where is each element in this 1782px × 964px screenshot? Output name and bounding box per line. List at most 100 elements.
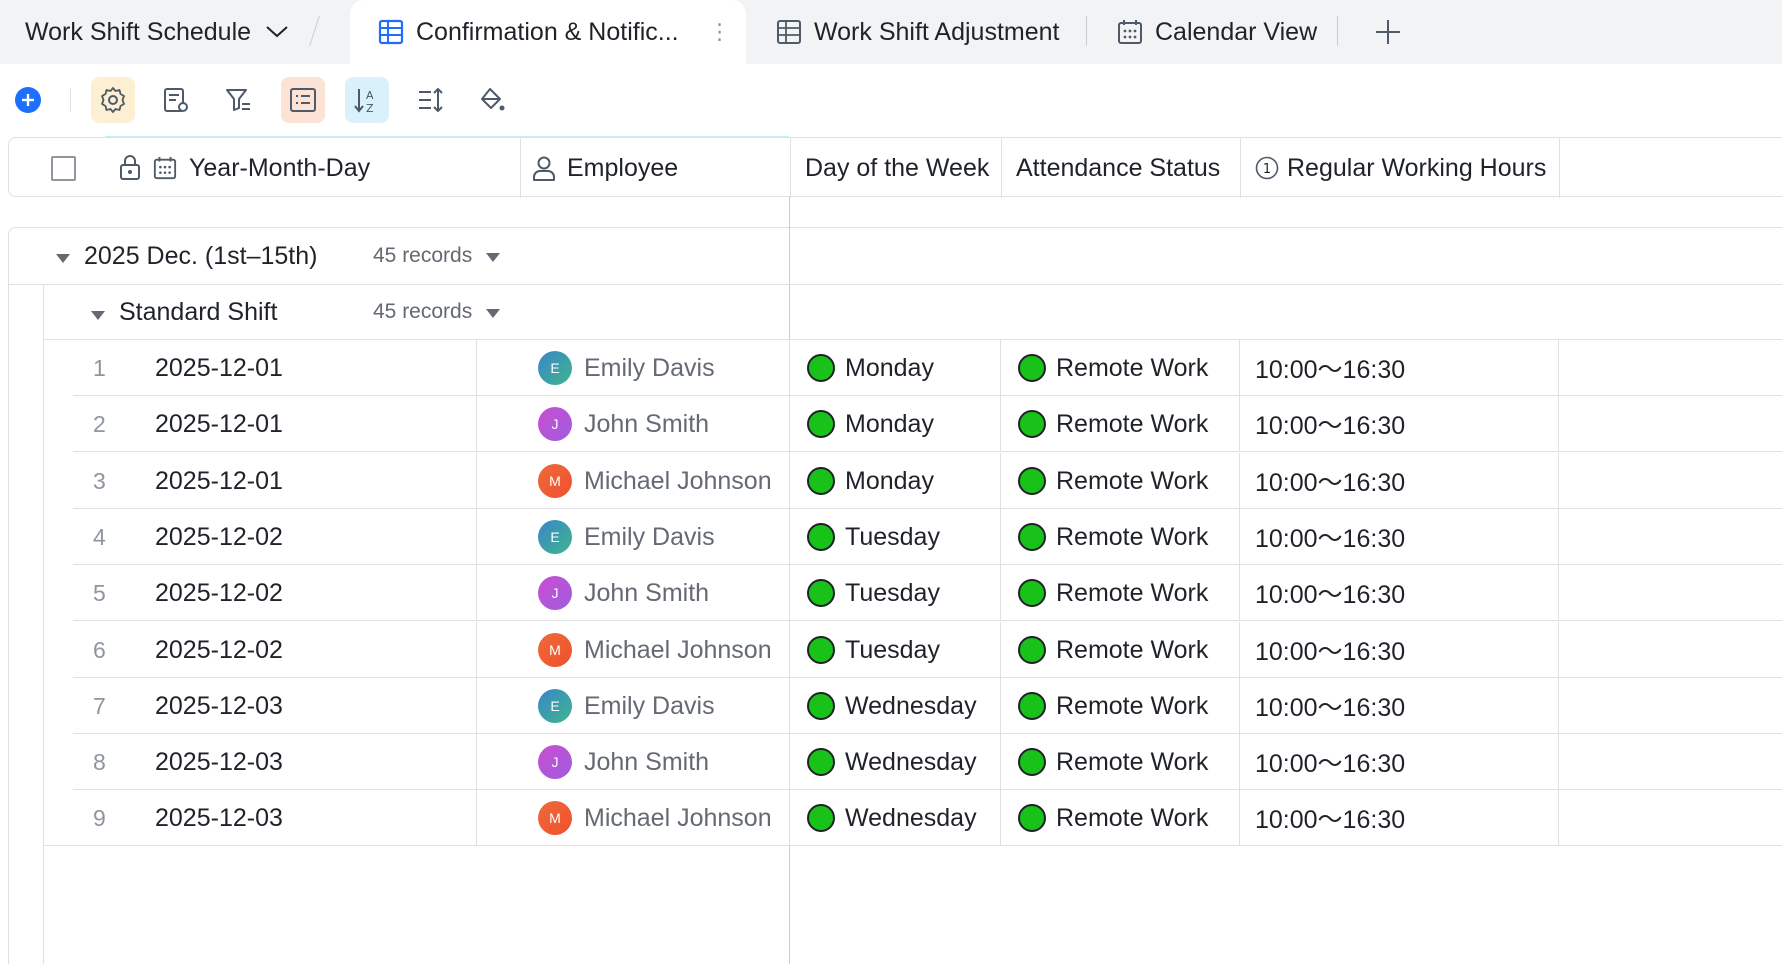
column-header-attendance[interactable]: Attendance Status [1016,138,1220,198]
date-cell[interactable]: 2025-12-01 [155,396,283,452]
employee-cell[interactable]: M Michael Johnson [538,453,772,509]
hours-cell[interactable]: 10:00～16:30 [1255,734,1405,790]
person-icon [531,155,557,181]
status-dot-icon [807,467,835,495]
settings-button[interactable] [91,77,135,123]
date-cell[interactable]: 2025-12-02 [155,622,283,678]
hours-cell[interactable]: 10:00～16:30 [1255,678,1405,734]
filter-button[interactable] [216,77,260,123]
date-cell[interactable]: 2025-12-01 [155,453,283,509]
date-cell[interactable]: 2025-12-01 [155,340,283,396]
table-row[interactable]: 3 2025-12-01 M Michael Johnson Monday Remote … [43,453,1782,509]
employee-cell[interactable]: J John Smith [538,734,709,790]
hours-cell[interactable]: 10:00～16:30 [1255,509,1405,565]
day-cell[interactable]: Monday [807,340,934,396]
sort-button[interactable]: AZ [345,77,389,123]
table-row[interactable]: 9 2025-12-03 M Michael Johnson Wednesday Remo… [43,790,1782,846]
day-cell[interactable]: Tuesday [807,509,940,565]
date-cell[interactable]: 2025-12-02 [155,509,283,565]
day-cell[interactable]: Tuesday [807,565,940,621]
caret-down-icon [486,300,501,324]
subgroup-record-count[interactable]: 45 records [373,296,501,328]
tab-work-shift-adjustment[interactable]: Work Shift Adjustment [776,0,1059,64]
employee-name: Michael Johnson [584,803,772,832]
hours-cell[interactable]: 10:00～16:30 [1255,565,1405,621]
row-index: 5 [93,579,106,606]
group-button[interactable] [281,77,325,123]
column-divider [1000,734,1001,790]
column-header-date[interactable]: Year-Month-Day [119,138,370,198]
subgroup-collapse-toggle[interactable] [91,307,105,325]
tab-calendar-view[interactable]: Calendar View [1117,0,1317,64]
hours-cell[interactable]: 10:00～16:30 [1255,790,1405,846]
column-header-employee[interactable]: Employee [531,138,678,198]
employee-cell[interactable]: E Emily Davis [538,509,715,565]
add-record-button[interactable] [6,77,50,123]
hours-cell[interactable]: 10:00～16:30 [1255,622,1405,678]
filter-icon [226,89,250,111]
column-divider [520,138,521,198]
table-row[interactable]: 5 2025-12-02 J John Smith Tuesday Remote Work… [43,565,1782,621]
column-header-hours[interactable]: 1 Regular Working Hours [1255,138,1546,198]
employee-cell[interactable]: E Emily Davis [538,340,715,396]
employee-cell[interactable]: M Michael Johnson [538,790,772,846]
group-collapse-toggle[interactable] [56,250,70,268]
table-row[interactable]: 6 2025-12-02 M Michael Johnson Tuesday Remote… [43,622,1782,678]
column-divider [1558,453,1559,509]
employee-cell[interactable]: E Emily Davis [538,678,715,734]
status-dot-icon [807,354,835,382]
hours-cell[interactable]: 10:00～16:30 [1255,453,1405,509]
column-divider [1000,678,1001,734]
attendance-cell[interactable]: Remote Work [1018,565,1208,621]
field-settings-button[interactable] [154,77,198,123]
status-dot-icon [1018,579,1046,607]
day-cell[interactable]: Monday [807,396,934,452]
date-cell[interactable]: 2025-12-02 [155,565,283,621]
group-record-count[interactable]: 45 records [373,240,501,272]
tab-confirmation[interactable]: Confirmation & Notific... ⋮ [350,0,746,64]
column-divider [1239,678,1240,734]
day-cell[interactable]: Wednesday [807,734,977,790]
row-height-button[interactable] [408,77,452,123]
table-row[interactable]: 2 2025-12-01 J John Smith Monday Remote Work 1… [43,396,1782,452]
employee-cell[interactable]: M Michael Johnson [538,622,772,678]
attendance-cell[interactable]: Remote Work [1018,678,1208,734]
employee-cell[interactable]: J John Smith [538,565,709,621]
column-divider [1239,790,1240,846]
table-row[interactable]: 8 2025-12-03 J John Smith Wednesday Remote Wo… [43,734,1782,790]
column-header-day[interactable]: Day of the Week [805,138,989,198]
attendance-cell[interactable]: Remote Work [1018,790,1208,846]
table-row[interactable]: 1 2025-12-01 E Emily Davis Monday Remote Work… [43,340,1782,396]
date-cell[interactable]: 2025-12-03 [155,790,283,846]
hours-cell[interactable]: 10:00～16:30 [1255,340,1405,396]
day-cell[interactable]: Wednesday [807,678,977,734]
column-divider [789,622,790,678]
table-row[interactable]: 7 2025-12-03 E Emily Davis Wednesday Remote W… [43,678,1782,734]
date-cell[interactable]: 2025-12-03 [155,734,283,790]
status-dot-icon [1018,410,1046,438]
more-vertical-icon[interactable]: ⋮ [709,19,731,45]
base-title-dropdown[interactable]: Work Shift Schedule [25,0,301,64]
subgroup-title: Standard Shift [119,297,278,326]
attendance-cell[interactable]: Remote Work [1018,453,1208,509]
employee-cell[interactable]: J John Smith [538,396,709,452]
attendance-cell[interactable]: Remote Work [1018,509,1208,565]
add-view-button[interactable] [1374,0,1414,64]
attendance-cell[interactable]: Remote Work [1018,734,1208,790]
day-label: Tuesday [845,578,940,607]
select-all-checkbox[interactable] [51,138,76,198]
column-label: Day of the Week [805,153,990,182]
tab-divider [1337,16,1338,46]
day-cell[interactable]: Monday [807,453,934,509]
attendance-cell[interactable]: Remote Work [1018,340,1208,396]
date-cell[interactable]: 2025-12-03 [155,678,283,734]
column-divider [1239,453,1240,509]
attendance-cell[interactable]: Remote Work [1018,622,1208,678]
table-row[interactable]: 4 2025-12-02 E Emily Davis Tuesday Remote Wor… [43,509,1782,565]
row-index: 7 [93,692,106,719]
day-cell[interactable]: Wednesday [807,790,977,846]
hours-cell[interactable]: 10:00～16:30 [1255,396,1405,452]
day-cell[interactable]: Tuesday [807,622,940,678]
attendance-cell[interactable]: Remote Work [1018,396,1208,452]
fill-color-button[interactable] [470,77,514,123]
